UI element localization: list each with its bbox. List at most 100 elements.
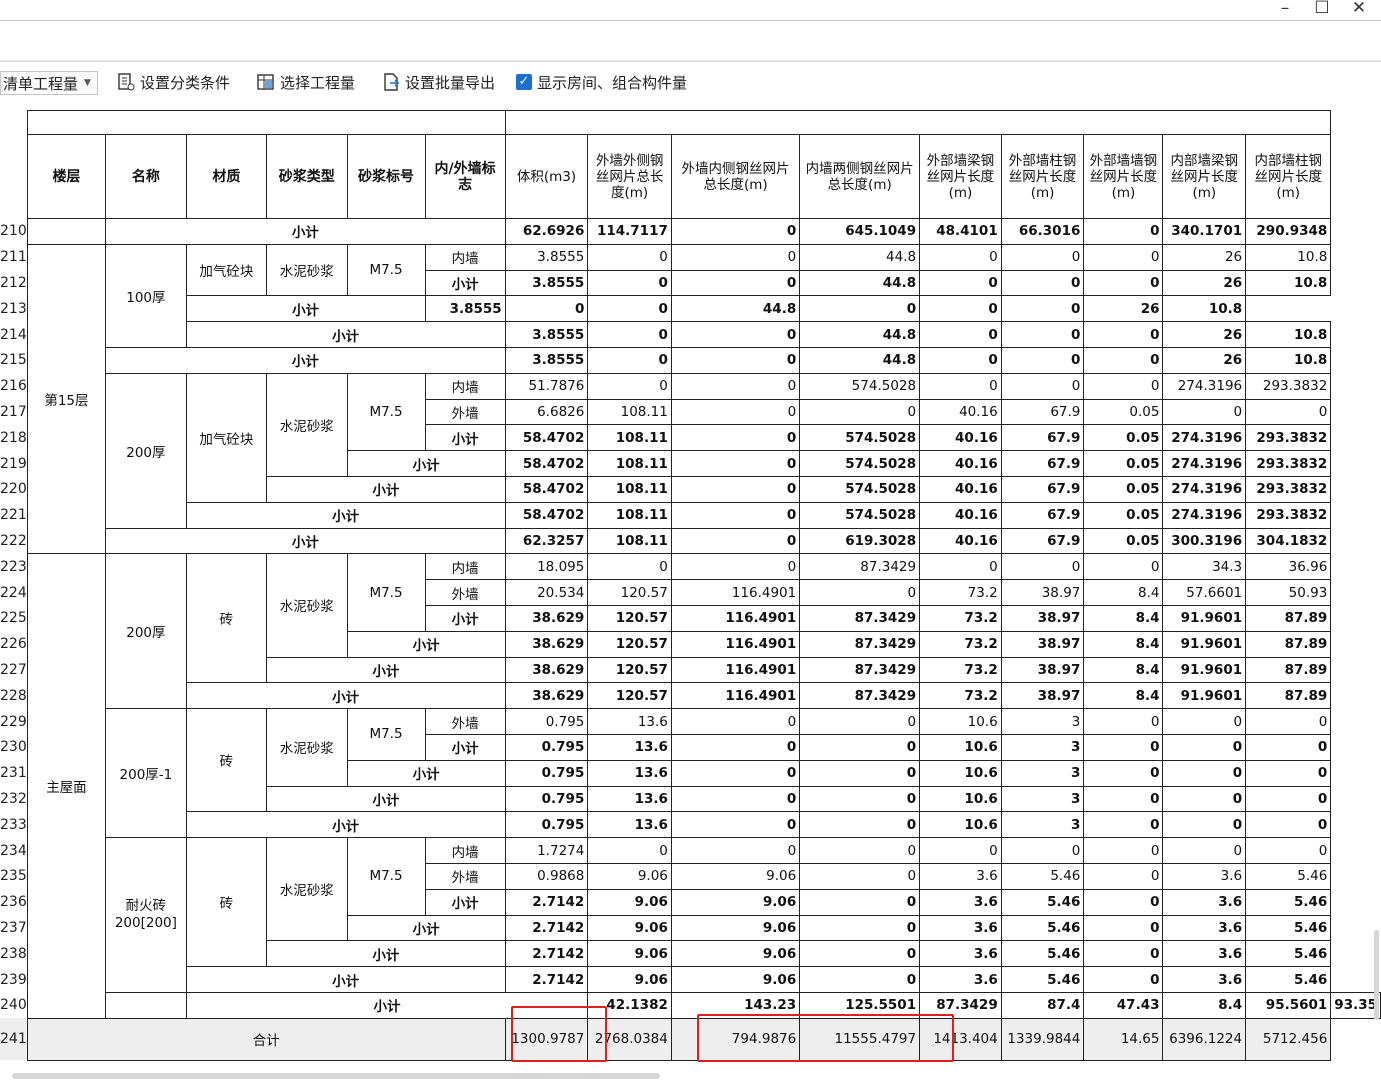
value-cell[interactable]: 0 xyxy=(1162,785,1247,813)
group-cell[interactable] xyxy=(26,218,107,245)
value-cell[interactable]: 87.4 xyxy=(1000,991,1085,1019)
value-cell[interactable]: 0 xyxy=(587,321,672,348)
value-cell[interactable]: 108.11 xyxy=(587,424,672,452)
value-cell[interactable]: 0 xyxy=(670,321,801,348)
value-cell[interactable]: 91.9601 xyxy=(1162,604,1247,632)
value-cell[interactable]: 9.06 xyxy=(670,862,801,890)
header-cell[interactable]: 外部墙柱钢丝网片长度(m) xyxy=(1000,134,1085,219)
value-cell[interactable]: 38.97 xyxy=(1000,579,1085,606)
set-category-button[interactable]: 设置分类条件 xyxy=(116,70,230,94)
value-cell[interactable]: 0 xyxy=(1083,862,1164,890)
table-row[interactable]: 213 小计 3.8555 0 0 44.8 0 0 0 26 10.8 xyxy=(0,295,1381,323)
value-cell[interactable]: 0.795 xyxy=(504,733,589,761)
wall-mark-cell[interactable]: 内墙 xyxy=(424,553,506,581)
value-cell[interactable]: 73.2 xyxy=(919,682,1002,710)
vertical-scrollbar[interactable] xyxy=(1374,930,1379,1020)
group-cell[interactable]: 小计 xyxy=(266,785,506,813)
value-cell[interactable]: 0 xyxy=(799,940,921,968)
value-cell[interactable]: 58.4702 xyxy=(504,501,589,529)
value-cell[interactable]: 9.06 xyxy=(670,914,801,942)
value-cell[interactable]: 0.795 xyxy=(504,785,589,813)
group-cell[interactable]: 加气砼块 xyxy=(185,372,268,503)
value-cell[interactable]: 0 xyxy=(670,346,801,374)
value-cell[interactable]: 5.46 xyxy=(1000,914,1085,942)
value-cell[interactable]: 8.4 xyxy=(1083,630,1164,658)
value-cell[interactable]: 290.9348 xyxy=(1245,218,1332,245)
value-cell[interactable]: 73.2 xyxy=(919,604,1002,632)
value-cell[interactable]: 293.3832 xyxy=(1245,450,1332,477)
minimize-icon[interactable]: – xyxy=(1272,0,1298,18)
value-cell[interactable]: 5712.456 xyxy=(1245,1017,1332,1061)
value-cell[interactable]: 9.06 xyxy=(587,862,672,890)
value-cell[interactable]: 91.9601 xyxy=(1162,630,1247,658)
value-cell[interactable]: 67.9 xyxy=(1000,501,1085,529)
group-cell[interactable]: 小计 xyxy=(346,914,506,942)
value-cell[interactable]: 9.06 xyxy=(670,966,801,993)
value-cell[interactable]: 0 xyxy=(799,708,921,735)
value-cell[interactable]: 0 xyxy=(670,837,801,864)
value-cell[interactable]: 2.7142 xyxy=(504,940,589,968)
value-cell[interactable]: 300.3196 xyxy=(1162,527,1247,555)
table-row[interactable]: 241 合计 1300.9787 2768.0384 794.9876 11555.479… xyxy=(0,1017,1381,1061)
header-cell[interactable]: 材质 xyxy=(185,134,268,219)
wall-mark-cell[interactable]: 小计 xyxy=(424,269,506,297)
value-cell[interactable]: 38.629 xyxy=(504,604,589,632)
header-cell[interactable]: 外墙内侧钢丝网片总长度(m) xyxy=(670,134,801,219)
value-cell[interactable]: 108.11 xyxy=(587,450,672,477)
value-cell[interactable]: 6.6826 xyxy=(504,398,589,426)
group-cell[interactable]: 200厚 xyxy=(105,372,187,529)
value-cell[interactable]: 3.8555 xyxy=(504,321,589,348)
value-cell[interactable]: 0.05 xyxy=(1083,475,1164,503)
value-cell[interactable]: 2.7142 xyxy=(504,914,589,942)
value-cell[interactable]: 0 xyxy=(670,759,801,787)
value-cell[interactable]: 0 xyxy=(799,837,921,864)
value-cell[interactable]: 0 xyxy=(919,372,1002,400)
value-cell[interactable]: 9.06 xyxy=(670,940,801,968)
value-cell[interactable]: 40.16 xyxy=(919,398,1002,426)
table-row[interactable]: 216 200厚 加气砼块 水泥砂浆 M7.5 内墙 51.7876 0 0 574.5028 0 0… xyxy=(0,372,1381,529)
wall-mark-cell[interactable]: 内墙 xyxy=(424,372,506,400)
value-cell[interactable]: 0 xyxy=(670,527,801,555)
value-cell[interactable]: 619.3028 xyxy=(799,527,921,555)
value-cell[interactable]: 0 xyxy=(1083,733,1164,761)
value-cell[interactable]: 0 xyxy=(587,243,672,271)
value-cell[interactable]: 0.795 xyxy=(504,811,589,839)
value-cell[interactable]: 0 xyxy=(1000,269,1085,297)
value-cell[interactable]: 0 xyxy=(587,553,672,581)
value-cell[interactable]: 0 xyxy=(1162,759,1247,787)
value-cell[interactable]: 9.06 xyxy=(670,888,801,916)
header-cell[interactable]: 体积(m3) xyxy=(504,134,589,219)
value-cell[interactable]: 0 xyxy=(1083,269,1164,297)
value-cell[interactable]: 87.89 xyxy=(1245,682,1332,710)
value-cell[interactable]: 116.4901 xyxy=(670,656,801,684)
value-cell[interactable]: 47.43 xyxy=(1083,991,1164,1019)
table-row[interactable]: 215 小计 3.8555 0 0 44.8 0 0 0 26 10.8 xyxy=(0,346,1381,374)
value-cell[interactable]: 51.7876 xyxy=(504,372,589,400)
value-cell[interactable]: 38.97 xyxy=(1000,656,1085,684)
value-cell[interactable]: 0 xyxy=(1162,708,1247,735)
value-cell[interactable]: 0 xyxy=(919,321,1002,348)
value-cell[interactable]: 50.93 xyxy=(1245,579,1332,606)
group-cell[interactable]: 水泥砂浆 xyxy=(266,243,348,297)
value-cell[interactable]: 0 xyxy=(919,553,1002,581)
value-cell[interactable]: 67.9 xyxy=(1000,398,1085,426)
value-cell[interactable]: 8.4 xyxy=(1162,991,1247,1019)
value-cell[interactable]: 108.11 xyxy=(587,475,672,503)
group-cell[interactable]: 小计 xyxy=(105,527,506,555)
show-rooms-checkbox[interactable]: ✓ 显示房间、组合构件量 xyxy=(516,70,687,94)
value-cell[interactable]: 58.4702 xyxy=(504,424,589,452)
value-cell[interactable]: 574.5028 xyxy=(799,372,921,400)
value-cell[interactable]: 9.06 xyxy=(587,888,672,916)
value-cell[interactable]: 0.795 xyxy=(504,708,589,735)
value-cell[interactable]: 3 xyxy=(1000,733,1085,761)
value-cell[interactable]: 3.6 xyxy=(919,914,1002,942)
value-cell[interactable]: 574.5028 xyxy=(799,450,921,477)
value-cell[interactable]: 0 xyxy=(1245,785,1332,813)
value-cell[interactable]: 87.3429 xyxy=(799,553,921,581)
value-cell[interactable]: 5.46 xyxy=(1245,966,1332,993)
value-cell[interactable]: 40.16 xyxy=(919,475,1002,503)
header-cell[interactable]: 内墙两侧钢丝网片总长度(m) xyxy=(799,134,921,219)
value-cell[interactable]: 91.9601 xyxy=(1162,656,1247,684)
group-cell[interactable]: 小计 xyxy=(346,630,506,658)
value-cell[interactable]: 5.46 xyxy=(1000,862,1085,890)
